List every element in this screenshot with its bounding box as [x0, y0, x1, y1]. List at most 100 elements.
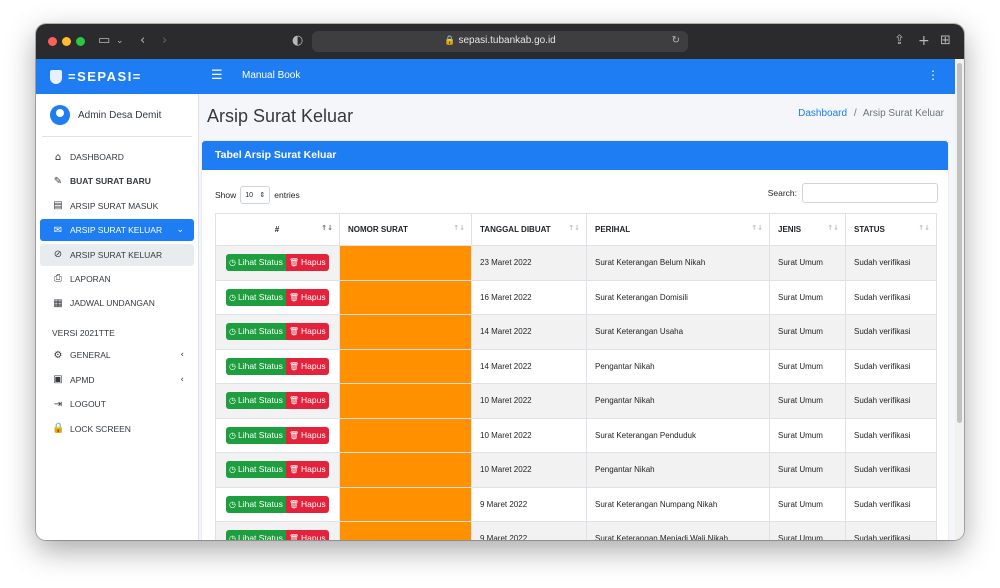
perihal-cell: Surat Keterangan Domisili: [586, 279, 770, 315]
jenis-cell: Surat Umum: [769, 452, 846, 488]
lihat-status-button[interactable]: ◷ Lihat Status: [226, 530, 286, 540]
jenis-cell: Surat Umum: [769, 348, 846, 384]
chevron-down-icon: ⌄: [176, 225, 184, 236]
button-label: Hapus: [301, 395, 326, 406]
hapus-button[interactable]: 🗑 Hapus: [285, 357, 329, 375]
hapus-button[interactable]: 🗑 Hapus: [285, 426, 329, 444]
sort-icon: ↑↓: [751, 224, 763, 232]
breadcrumb-dashboard-link[interactable]: Dashboard: [798, 108, 847, 119]
sidebar-item-label: BUAT SURAT BARU: [70, 176, 151, 187]
sidebar-subitem-arsip-surat-keluar[interactable]: ⊘ ARSIP SURAT KELUAR: [40, 243, 194, 266]
tanggal-cell: 10 Maret 2022: [471, 452, 587, 488]
sidebar-item-buat-surat-baru[interactable]: ✎ BUAT SURAT BARU: [40, 170, 194, 192]
chevron-down-icon[interactable]: ⌄: [116, 33, 124, 49]
sidebar-item-lock-screen[interactable]: 🔒 LOCK SCREEN: [40, 418, 194, 440]
table-row: ◷ Lihat Status 🗑 Hapus 14 Maret 2022 Surat Ke…: [215, 314, 937, 350]
hapus-button[interactable]: 🗑 Hapus: [285, 530, 329, 540]
zoom-window-button[interactable]: [76, 37, 85, 46]
nomor-surat-redacted: [339, 245, 472, 281]
table-search: Search:: [768, 183, 938, 203]
lihat-status-button[interactable]: ◷ Lihat Status: [226, 288, 286, 306]
reload-icon[interactable]: ↻: [672, 33, 680, 49]
trash-icon: 🗑: [288, 327, 300, 337]
sort-icon: ↑↓: [568, 224, 580, 232]
new-tab-icon[interactable]: +: [918, 33, 930, 49]
sidebar-item-apmd[interactable]: ▣ APMD ‹: [40, 369, 194, 391]
lihat-status-button[interactable]: ◷ Lihat Status: [226, 357, 286, 375]
entries-select[interactable]: 10 ⇕: [240, 186, 271, 204]
home-icon: ⌂: [54, 151, 62, 163]
page-scrollbar[interactable]: [955, 59, 964, 540]
tanggal-cell: 9 Maret 2022: [471, 486, 587, 522]
search-input[interactable]: [802, 183, 938, 203]
brand[interactable]: =SEPASI=: [36, 59, 198, 94]
sidebar-item-label: APMD: [70, 374, 95, 385]
clock-icon: ◷: [229, 499, 236, 509]
forward-icon[interactable]: ›: [162, 33, 167, 49]
tanggal-cell: 10 Maret 2022: [471, 417, 587, 453]
status-cell: Sudah verifikasi: [845, 486, 937, 522]
tanggal-cell: 10 Maret 2022: [471, 383, 587, 419]
button-label: Hapus: [301, 429, 326, 440]
column-header-jenis[interactable]: JENIS ↑↓: [769, 213, 846, 246]
user-panel[interactable]: Admin Desa Demit: [42, 94, 192, 137]
card-title: Tabel Arsip Surat Keluar: [202, 141, 948, 170]
sidebar-toggle-icon[interactable]: ▭: [98, 33, 110, 49]
minimize-window-button[interactable]: [62, 37, 71, 46]
nomor-surat-redacted: [339, 521, 472, 540]
lihat-status-button[interactable]: ◷ Lihat Status: [226, 392, 286, 410]
signature-icon: ✎: [53, 175, 63, 187]
calendar-icon: ▦: [53, 297, 63, 309]
trash-icon: 🗑: [288, 465, 300, 475]
perihal-cell: Pengantar Nikah: [586, 383, 770, 419]
hapus-button[interactable]: 🗑 Hapus: [285, 495, 329, 513]
action-cell: ◷ Lihat Status 🗑 Hapus: [215, 279, 340, 315]
hapus-button[interactable]: 🗑 Hapus: [285, 323, 329, 341]
table-header-row: # ↑↓ NOMOR SURAT ↑↓ TANGGAL DIBUAT ↑↓ PERIH…: [215, 213, 937, 246]
column-header-nomor-surat[interactable]: NOMOR SURAT ↑↓: [339, 213, 472, 246]
print-icon: ⎙: [54, 273, 62, 285]
sidebar-item-dashboard[interactable]: ⌂ DASHBOARD: [40, 146, 194, 168]
hamburger-menu-icon[interactable]: ☰: [211, 68, 223, 83]
perihal-cell: Surat Keterangan Penduduk: [586, 417, 770, 453]
column-header-status[interactable]: STATUS ↑↓: [845, 213, 937, 246]
hapus-button[interactable]: 🗑 Hapus: [285, 461, 329, 479]
sidebar-item-logout[interactable]: ⇥ LOGOUT: [40, 393, 194, 415]
column-header-tanggal-dibuat[interactable]: TANGGAL DIBUAT ↑↓: [471, 213, 587, 246]
user-name: Admin Desa Demit: [78, 109, 162, 121]
hapus-button[interactable]: 🗑 Hapus: [285, 288, 329, 306]
tab-overview-icon[interactable]: ⊞: [940, 33, 951, 49]
scrollbar-thumb[interactable]: [957, 63, 962, 423]
sidebar-item-arsip-surat-keluar[interactable]: ✉ ARSIP SURAT KELUAR ⌄: [40, 219, 194, 242]
manual-book-link[interactable]: Manual Book: [242, 70, 300, 81]
lihat-status-button[interactable]: ◷ Lihat Status: [226, 323, 286, 341]
sidebar-item-jadwal-undangan[interactable]: ▦ JADWAL UNDANGAN: [40, 292, 194, 314]
shield-icon[interactable]: ◐: [292, 33, 303, 49]
check-circle-icon: ⊘: [53, 249, 63, 261]
lihat-status-button[interactable]: ◷ Lihat Status: [226, 426, 286, 444]
nomor-surat-redacted: [339, 417, 472, 453]
column-header-number[interactable]: # ↑↓: [215, 213, 340, 246]
sidebar-item-laporan[interactable]: ⎙ LAPORAN: [40, 268, 194, 290]
hapus-button[interactable]: 🗑 Hapus: [285, 254, 329, 272]
hapus-button[interactable]: 🗑 Hapus: [285, 392, 329, 410]
more-vertical-icon[interactable]: ⋮: [927, 68, 939, 82]
back-icon[interactable]: ‹: [140, 33, 145, 49]
share-icon[interactable]: ⇪: [894, 33, 905, 49]
status-cell: Sudah verifikasi: [845, 383, 937, 419]
lihat-status-button[interactable]: ◷ Lihat Status: [226, 254, 286, 272]
lihat-status-button[interactable]: ◷ Lihat Status: [226, 461, 286, 479]
jenis-cell: Surat Umum: [769, 417, 846, 453]
column-header-perihal[interactable]: PERIHAL ↑↓: [586, 213, 770, 246]
button-label: Lihat Status: [237, 395, 283, 406]
sidebar-item-general[interactable]: ⚙ GENERAL ‹: [40, 344, 194, 366]
action-cell: ◷ Lihat Status 🗑 Hapus: [215, 417, 340, 453]
close-window-button[interactable]: [48, 37, 57, 46]
gear-icon: ⚙: [53, 349, 63, 361]
sidebar-item-arsip-surat-masuk[interactable]: ▤ ARSIP SURAT MASUK: [40, 195, 194, 217]
lihat-status-button[interactable]: ◷ Lihat Status: [226, 495, 286, 513]
button-label: Lihat Status: [237, 326, 283, 337]
address-bar[interactable]: 🔒 sepasi.tubankab.go.id ↻: [312, 31, 688, 52]
sort-icon: ↑↓: [453, 224, 465, 232]
tanggal-cell: 16 Maret 2022: [471, 279, 587, 315]
